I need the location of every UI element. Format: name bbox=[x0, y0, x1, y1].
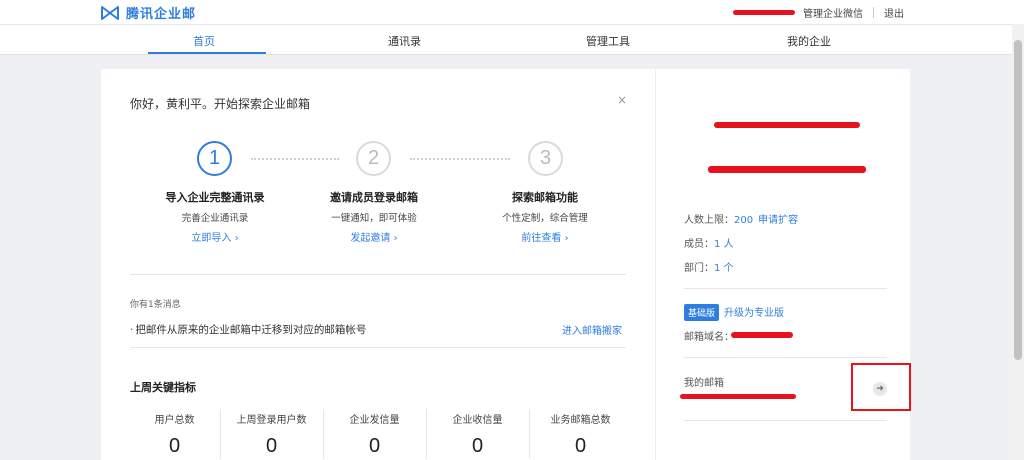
message-item[interactable]: · 把邮件从原来的企业邮箱中迁移到对应的邮箱帐号 bbox=[130, 322, 366, 337]
user-limit-row: 人数上限：200 申请扩容 bbox=[684, 211, 798, 226]
members-value[interactable]: 1 人 bbox=[714, 239, 734, 250]
departments-label: 部门： bbox=[684, 263, 714, 274]
manage-wechat-link[interactable]: 管理企业微信 bbox=[803, 5, 863, 20]
kpi-received-mail: 企业收信量 0 bbox=[426, 407, 529, 460]
step-3-title: 探索邮箱功能 bbox=[512, 191, 578, 204]
upgrade-link[interactable]: 升级为专业版 bbox=[724, 308, 784, 319]
annotation-highlight-box bbox=[851, 363, 911, 411]
step-2-circle: 2 bbox=[356, 141, 391, 176]
divider bbox=[130, 347, 626, 348]
kpi-business-mailboxes: 业务邮箱总数 0 bbox=[529, 407, 632, 460]
import-now-link[interactable]: 立即导入 › bbox=[135, 229, 295, 244]
message-bullet: · bbox=[130, 324, 134, 336]
kpi-value: 0 bbox=[168, 435, 181, 457]
redacted-username bbox=[733, 10, 795, 15]
message-count: 你有1条消息 bbox=[130, 300, 181, 310]
kpi-total-users: 用户总数 0 bbox=[123, 407, 226, 460]
redacted-domain bbox=[731, 332, 793, 338]
send-invite-link[interactable]: 发起邀请 › bbox=[294, 229, 454, 244]
step-1-circle: 1 bbox=[197, 141, 232, 176]
redacted-mailbox-address bbox=[680, 394, 796, 399]
tab-management-tools[interactable]: 管理工具 bbox=[586, 33, 630, 49]
kpi-label: 上周登录用户数 bbox=[236, 415, 307, 426]
main-panel: 你好，黄利平。开始探索企业邮箱 × 1 2 3 导入企业完整通讯录 完善企业通讯… bbox=[101, 69, 656, 460]
brand-logo[interactable]: 腾讯企业邮 bbox=[100, 3, 196, 22]
go-view-link[interactable]: 前往查看 › bbox=[465, 229, 625, 244]
my-mailbox-label: 我的邮箱 bbox=[684, 378, 724, 389]
top-link-divider bbox=[873, 7, 874, 18]
step-1-title: 导入企业完整通讯录 bbox=[165, 191, 265, 204]
divider bbox=[130, 274, 626, 275]
close-icon[interactable]: × bbox=[617, 93, 627, 107]
step-2-desc: 一键通知，即可体验 bbox=[331, 213, 417, 224]
kpi-last-week-logins: 上周登录用户数 0 bbox=[220, 407, 323, 460]
kpi-label: 用户总数 bbox=[154, 415, 195, 426]
departments-value[interactable]: 1 个 bbox=[714, 263, 734, 274]
step-2-title: 邀请成员登录邮箱 bbox=[330, 191, 418, 204]
mailbox-migration-link[interactable]: 进入邮箱搬家 bbox=[562, 322, 622, 337]
kpi-title: 上周关键指标 bbox=[130, 381, 196, 394]
top-links: 管理企业微信 退出 bbox=[803, 5, 904, 20]
scrollbar-thumb[interactable] bbox=[1014, 40, 1022, 360]
divider bbox=[684, 357, 887, 358]
brand-name: 腾讯企业邮 bbox=[126, 7, 197, 22]
expand-capacity-link[interactable]: 申请扩容 bbox=[758, 215, 798, 226]
redacted-company-name bbox=[714, 122, 860, 128]
step-3-circle: 3 bbox=[528, 141, 563, 176]
welcome-greeting: 你好，黄利平。开始探索企业邮箱 bbox=[130, 97, 311, 111]
domain-label: 邮箱域名： bbox=[684, 332, 734, 343]
kpi-value: 0 bbox=[471, 435, 484, 457]
user-limit-label: 人数上限： bbox=[684, 215, 734, 226]
kpi-label: 企业收信量 bbox=[452, 415, 503, 426]
kpi-label: 业务邮箱总数 bbox=[550, 415, 611, 426]
kpi-value: 0 bbox=[574, 435, 587, 457]
enterprise-info-panel: 人数上限：200 申请扩容 成员：1 人 部门：1 个 基础版 升级为专业版 邮箱域… bbox=[656, 69, 911, 460]
divider bbox=[684, 288, 887, 289]
main-nav: 首页 通讯录 管理工具 我的企业 bbox=[0, 24, 1024, 55]
step-connector-1 bbox=[251, 158, 339, 160]
logout-link[interactable]: 退出 bbox=[884, 5, 904, 20]
edition-row: 基础版 升级为专业版 bbox=[684, 304, 784, 321]
top-bar: 腾讯企业邮 管理企业微信 退出 bbox=[0, 0, 1024, 24]
kpi-value: 0 bbox=[368, 435, 381, 457]
tab-home[interactable]: 首页 bbox=[193, 33, 215, 49]
message-item-text: 把邮件从原来的企业邮箱中迁移到对应的邮箱帐号 bbox=[135, 324, 367, 336]
kpi-sent-mail: 企业发信量 0 bbox=[323, 407, 426, 460]
edition-badge: 基础版 bbox=[684, 304, 720, 321]
members-label: 成员： bbox=[684, 239, 714, 250]
tab-contacts[interactable]: 通讯录 bbox=[388, 33, 421, 49]
step-1-desc: 完善企业通讯录 bbox=[181, 213, 249, 224]
step-3-desc: 个性定制，综合管理 bbox=[502, 213, 588, 224]
members-row: 成员：1 人 bbox=[684, 235, 734, 250]
user-limit-value: 200 bbox=[734, 215, 754, 226]
kpi-label: 企业发信量 bbox=[349, 415, 400, 426]
tencent-exmail-logo-icon bbox=[101, 5, 119, 20]
divider bbox=[684, 420, 887, 421]
kpi-value: 0 bbox=[265, 435, 278, 457]
departments-row: 部门：1 个 bbox=[684, 259, 734, 274]
step-connector-2 bbox=[410, 158, 510, 160]
tab-my-enterprise[interactable]: 我的企业 bbox=[787, 33, 831, 49]
active-tab-underline bbox=[148, 52, 266, 54]
redacted-company-fullname bbox=[708, 166, 866, 173]
domain-row: 邮箱域名： bbox=[684, 328, 734, 343]
